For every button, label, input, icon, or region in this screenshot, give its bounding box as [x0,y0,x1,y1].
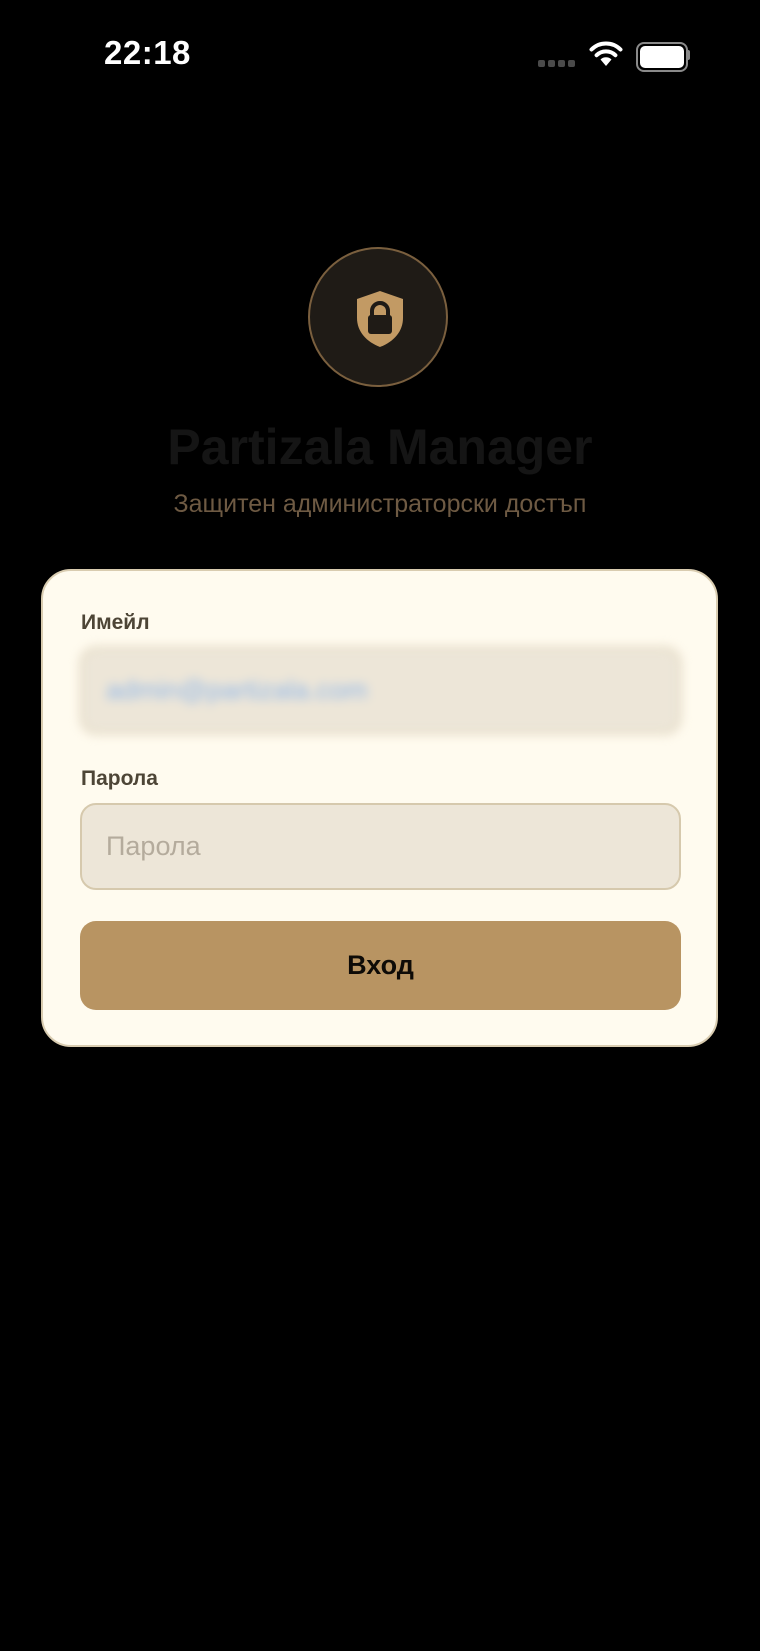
status-bar: 22:18 [0,0,760,110]
shield-lock-icon [357,291,403,347]
email-field[interactable] [80,647,681,734]
logo-badge [308,247,448,387]
status-time: 22:18 [104,34,191,71]
signal-icon [538,60,578,68]
app-title: Partizala Manager [167,419,593,475]
battery-icon [636,42,690,72]
password-field[interactable] [80,803,681,890]
login-card: Имейл Парола Вход [41,569,718,1047]
login-button[interactable]: Вход [80,921,681,1010]
wifi-icon [588,40,624,68]
email-label: Имейл [81,611,150,634]
password-label: Парола [81,767,158,790]
app-subtitle: Защитен администраторски достъп [173,490,587,518]
login-screen: 22:18 Partizala Manager Защитен админист… [0,0,760,1651]
